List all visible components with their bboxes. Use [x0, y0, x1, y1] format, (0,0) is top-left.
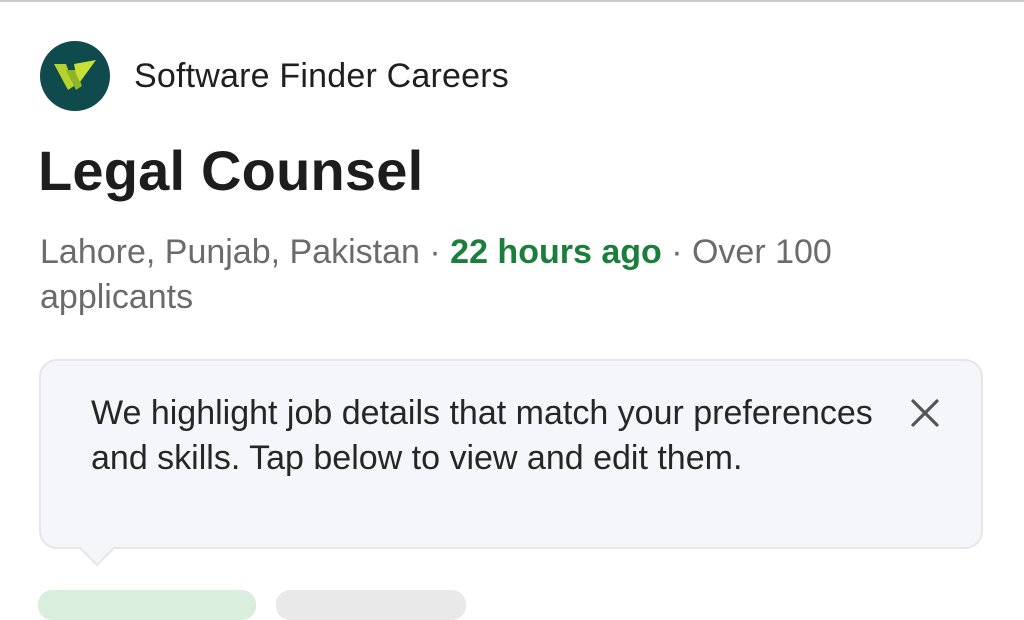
posted-time: 22 hours ago — [450, 233, 662, 271]
close-tip-button[interactable] — [903, 391, 947, 435]
close-icon — [911, 399, 939, 427]
job-location: Lahore, Punjab, Pakistan — [40, 233, 420, 271]
meta-separator: · — [661, 233, 692, 271]
top-divider — [0, 0, 1024, 2]
software-finder-logo-icon — [54, 60, 96, 90]
company-logo[interactable] — [40, 41, 110, 111]
match-chip[interactable] — [38, 590, 256, 620]
meta-separator: · — [419, 233, 451, 271]
company-name[interactable]: Software Finder Careers — [134, 57, 509, 96]
tip-text: We highlight job details that match your… — [91, 394, 873, 477]
preferences-tip-card: We highlight job details that match your… — [39, 359, 983, 549]
preference-chip[interactable] — [276, 590, 466, 620]
job-title: Legal Counsel — [38, 139, 424, 202]
company-header[interactable]: Software Finder Careers — [40, 41, 509, 111]
job-meta: Lahore, Punjab, Pakistan · 22 hours ago … — [40, 230, 900, 320]
